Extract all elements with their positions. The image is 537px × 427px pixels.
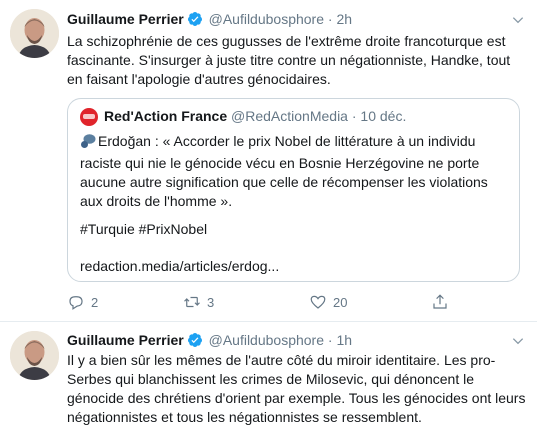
quoted-tweet[interactable]: Red'Action France @RedActionMedia · 10 d… <box>67 98 520 282</box>
tweet-text: La schizophrénie de ces gugusses de l'ex… <box>67 33 511 87</box>
separator-dot: · <box>327 332 333 348</box>
quote-link: redaction.media/articles/erdog... <box>80 258 280 274</box>
tweet-actions: 2 3 20 <box>67 293 527 311</box>
retweet-icon <box>184 296 200 308</box>
heart-icon <box>310 295 326 309</box>
tweet-text: Il y a bien sûr les mêmes de l'autre côt… <box>67 352 526 425</box>
tweet-time[interactable]: 2h <box>336 11 352 27</box>
chevron-down-icon[interactable] <box>511 334 525 348</box>
tweet-header: Guillaume Perrier @Aufildubosphore · 2h <box>67 10 352 31</box>
author-name[interactable]: Guillaume Perrier <box>67 332 184 348</box>
quote-hashtags: #Turquie #PrixNobel <box>80 221 208 237</box>
speech-bubble-icon <box>80 133 96 154</box>
quote-text-block: Erdoğan : « Accorder le prix Nobel de li… <box>80 132 510 211</box>
verified-badge-icon <box>187 11 203 31</box>
redaction-logo <box>80 108 98 126</box>
tweet[interactable]: Guillaume Perrier @Aufildubosphore · 2h … <box>0 0 537 322</box>
tweet[interactable]: Guillaume Perrier @Aufildubosphore · 1h … <box>0 322 537 427</box>
reply-button[interactable]: 2 <box>67 293 98 311</box>
like-button[interactable]: 20 <box>309 293 347 311</box>
author-name[interactable]: Guillaume Perrier <box>67 11 184 27</box>
share-button[interactable] <box>431 293 449 311</box>
quote-author-name: Red'Action France <box>104 108 228 124</box>
avatar[interactable] <box>10 9 59 58</box>
avatar[interactable] <box>10 331 59 380</box>
quote-time: 10 déc. <box>360 108 407 124</box>
author-handle[interactable]: @Aufildubosphore <box>209 332 324 348</box>
retweet-button[interactable]: 3 <box>183 293 214 311</box>
separator-dot: · <box>327 11 333 27</box>
quote-author-handle: @RedActionMedia <box>231 108 348 124</box>
verified-badge-icon <box>187 332 203 352</box>
author-handle[interactable]: @Aufildubosphore <box>209 11 324 27</box>
share-icon <box>433 294 447 309</box>
reply-count: 2 <box>91 294 99 310</box>
retweet-count: 3 <box>207 294 215 310</box>
quote-header: Red'Action France @RedActionMedia · 10 d… <box>104 107 406 125</box>
quote-text: Erdoğan : « Accorder le prix Nobel de li… <box>80 133 488 209</box>
chevron-down-icon[interactable] <box>511 13 525 27</box>
separator-dot: · <box>351 108 357 124</box>
tweet-header: Guillaume Perrier @Aufildubosphore · 1h <box>67 331 352 352</box>
like-count: 20 <box>333 294 348 310</box>
tweet-time[interactable]: 1h <box>336 332 352 348</box>
reply-icon <box>69 296 83 310</box>
